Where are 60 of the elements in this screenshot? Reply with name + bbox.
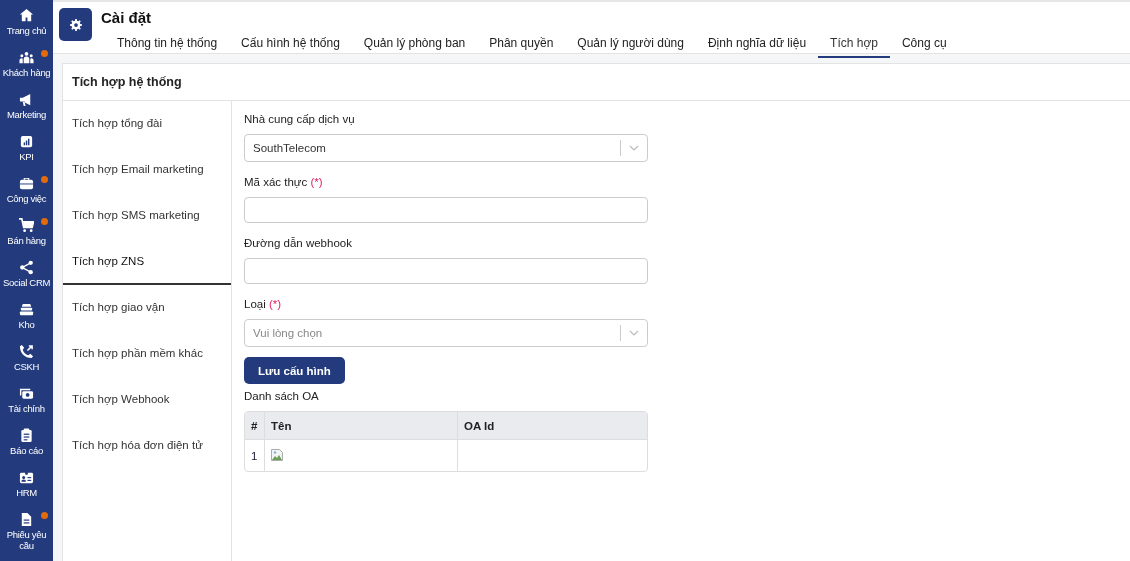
- sidebar-item[interactable]: Báo cáo: [0, 420, 53, 462]
- sidebar-item[interactable]: Công việc: [0, 168, 53, 210]
- integration-menu-item[interactable]: Tích hợp SMS marketing: [63, 193, 231, 239]
- input-field[interactable]: [244, 197, 648, 223]
- integration-menu-item[interactable]: Tích hợp ZNS: [63, 239, 231, 285]
- settings-tab[interactable]: Phân quyền: [477, 33, 566, 58]
- settings-tab[interactable]: Quản lý phòng ban: [351, 33, 478, 58]
- integration-menu-item[interactable]: Tích hợp giao vận: [63, 285, 231, 331]
- sidebar-item[interactable]: Bán hàng: [0, 210, 53, 252]
- home-icon: [19, 8, 34, 23]
- field-label: Mã xác thực (*): [244, 176, 324, 189]
- briefcase-icon: [19, 176, 34, 191]
- cart-icon: [19, 218, 34, 233]
- sidebar-item[interactable]: Social CRM: [0, 252, 53, 294]
- sidebar-item[interactable]: Phiếu yêu cầu: [0, 504, 53, 561]
- select-field[interactable]: SouthTelecom: [244, 134, 648, 162]
- money-icon: [19, 386, 34, 401]
- id-badge-icon: [19, 470, 34, 485]
- settings-tab[interactable]: Công cụ: [889, 33, 959, 58]
- sidebar-item[interactable]: CSKH: [0, 336, 53, 378]
- sidebar-item[interactable]: Marketing: [0, 84, 53, 126]
- sidebar-item[interactable]: Tài chính: [0, 378, 53, 420]
- settings-tab[interactable]: Thông tin hệ thống: [105, 33, 230, 58]
- sidebar-item[interactable]: KPI: [0, 126, 53, 168]
- settings-tab[interactable]: Định nghĩa dữ liệu: [695, 33, 819, 58]
- broken-image-icon: [271, 449, 283, 461]
- save-config-button[interactable]: Lưu cấu hình: [244, 357, 345, 384]
- chart-icon: [19, 134, 34, 149]
- integration-menu-item[interactable]: Tích hợp Email marketing: [63, 147, 231, 193]
- settings-tab[interactable]: Quản lý người dùng: [565, 33, 696, 58]
- table-title: Danh sách OA: [244, 390, 320, 402]
- phone-icon: [19, 344, 34, 359]
- integration-menu-item[interactable]: Tích hợp hóa đơn điện tử: [63, 423, 231, 469]
- integration-menu-item[interactable]: Tích hợp phần mềm khác: [63, 331, 231, 377]
- chevron-down-icon: [629, 330, 639, 336]
- chevron-down-icon: [629, 145, 639, 151]
- table-cell: 1: [245, 439, 265, 471]
- sidebar-item[interactable]: Khách hàng: [0, 42, 53, 84]
- field-label: Nhà cung cấp dịch vụ: [244, 113, 356, 126]
- share-icon: [19, 260, 34, 275]
- settings-tab[interactable]: Tích hợp: [818, 33, 890, 58]
- page-title: Cài đặt: [101, 9, 152, 27]
- users-icon: [19, 50, 34, 65]
- column-header: #: [245, 412, 265, 439]
- integration-menu-item[interactable]: Tích hợp tổng đài: [63, 101, 231, 147]
- stack-icon: [19, 302, 34, 317]
- sidebar-item[interactable]: Kho: [0, 294, 53, 336]
- clipboard-icon: [19, 428, 34, 443]
- sidebar-item[interactable]: HRM: [0, 462, 53, 504]
- field-label: Loại (*): [244, 298, 283, 311]
- input-field[interactable]: [244, 258, 648, 284]
- select-field[interactable]: Vui lòng chọn: [244, 319, 648, 347]
- field-label: Đường dẫn webhook: [244, 237, 353, 250]
- sidebar-item[interactable]: Trang chủ: [0, 0, 53, 42]
- integration-menu-item[interactable]: Tích hợp Webhook: [63, 377, 231, 423]
- column-header: Tên: [265, 412, 458, 439]
- settings-icon: [69, 18, 82, 31]
- panel-title: Tích hợp hệ thống: [63, 64, 1130, 101]
- column-header: OA Id: [458, 412, 647, 439]
- settings-tab[interactable]: Cấu hình hệ thống: [229, 33, 352, 58]
